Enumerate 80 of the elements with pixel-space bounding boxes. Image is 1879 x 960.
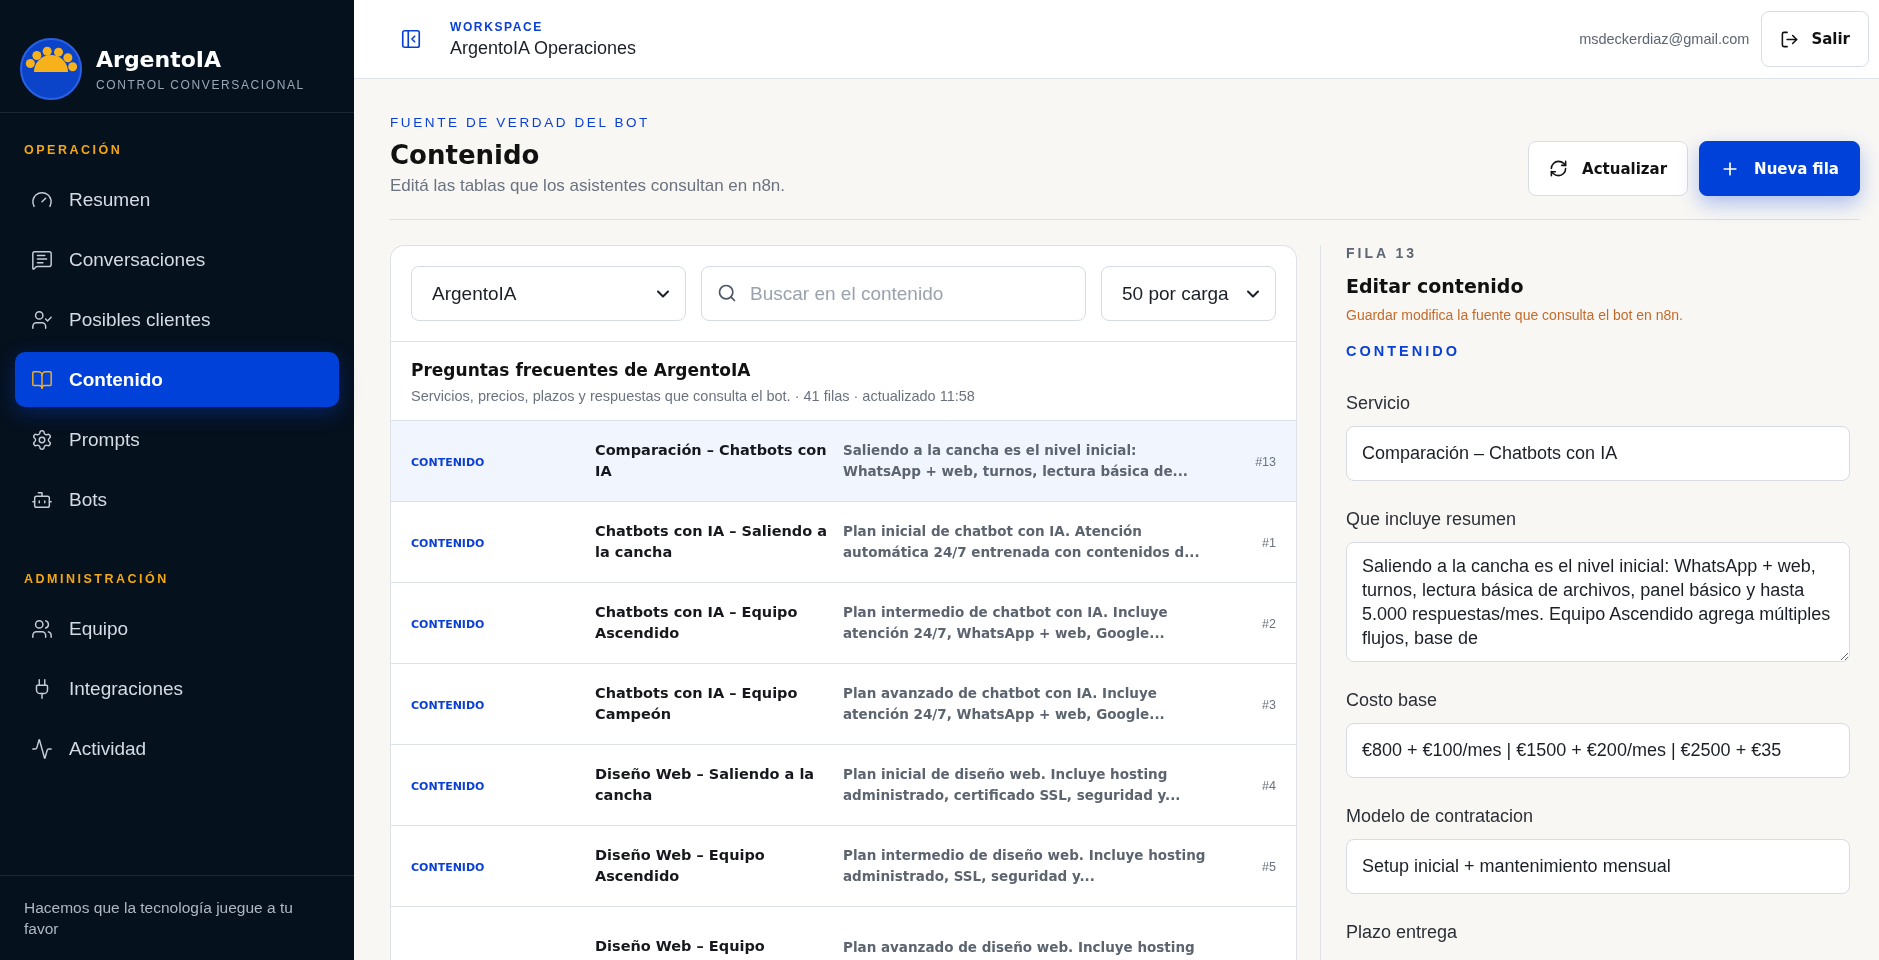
bot-select[interactable]: ArgentoIA [411,266,686,321]
row-tag: CONTENIDO [411,861,485,874]
search-icon [717,283,737,303]
row-tag: CONTENIDO [411,456,485,469]
page-subtitle: Editá las tablas que los asistentes consultan en n8n. [390,176,786,196]
row-tag: CONTENIDO [411,618,485,631]
section-title: ADMINISTRACIÓN [23,572,170,586]
nav-item[interactable]: Equipo [15,601,339,656]
row-number: #1 [1262,536,1276,550]
content-row[interactable]: CONTENIDO Comparación – Chatbots con IA Saliendo a la cancha es el nivel inicial: WhatsApp + web, turnos, lectura básica de... #13 [391,421,1296,502]
book-icon [31,368,53,391]
panel-collapse-icon [400,28,422,50]
nav-item[interactable]: Prompts [15,412,339,467]
refresh-icon [1549,159,1569,178]
row-number: #3 [1262,698,1276,712]
row-summary: Plan intermedio de chatbot con IA. Incluye atención 24/7, WhatsApp + web, Google... [843,603,1169,643]
row-tag: CONTENIDO [411,537,485,550]
page-eyebrow: FUENTE DE VERDAD DEL BOT [390,115,651,130]
row-title: Chatbots con IA – Equipo Ascendido [595,603,799,643]
row-title: Diseño Web – Saliendo a la cancha [595,765,816,805]
row-tag: CONTENIDO [411,780,485,793]
gear-icon [31,428,53,451]
page-title: Contenido [390,140,541,170]
editor-title: Editar contenido [1346,275,1525,297]
row-tag: CONTENIDO [411,699,485,712]
workspace-label: WORKSPACE [450,19,544,34]
form-section-title: CONTENIDO [1346,343,1461,359]
row-summary: Plan inicial de diseño web. Incluye hosting administrado, certificado SSL, seguridad y... [843,765,1182,805]
row-summary: Plan avanzado de chatbot con IA. Incluye atención 24/7, WhatsApp + web, Google... [843,684,1166,724]
logout-button[interactable]: Salir [1761,11,1869,67]
row-number: #2 [1262,617,1276,631]
nav-item[interactable]: Bots [15,472,339,527]
nav-item[interactable]: Actividad [15,721,339,776]
row-summary: Saliendo a la cancha es el nivel inicial: WhatsApp + web, turnos, lectura básica de... [843,441,1189,481]
row-title: Diseño Web – Equipo [595,937,766,957]
refresh-button[interactable]: Actualizar [1528,141,1689,196]
table-title: Preguntas frecuentes de ArgentoIA [411,360,752,380]
field-label: Modelo de contratacion [1346,806,1535,827]
nav-item[interactable]: Resumen [15,172,339,227]
page-size-select[interactable]: 50 por carga [1101,266,1276,321]
nav-item[interactable]: Integraciones [15,661,339,716]
user-check-icon [31,308,53,331]
text-field[interactable]: €800 + €100/mes | €1500 + €200/mes | €2500 + €35 [1346,723,1850,778]
brand-name: ArgentoIA [96,46,223,72]
text-area[interactable]: Saliendo a la cancha es el nivel inicial: WhatsApp + web, turnos, lectura básica de archivos, panel básico y hasta 5.000 respuestas/mes. Equipo Ascendido agrega múltiples flujos, base de [1346,542,1850,662]
field-label: Que incluye resumen [1346,509,1518,530]
text-field[interactable]: Setup inicial + mantenimiento mensual [1346,839,1850,894]
workspace-name: ArgentoIA Operaciones [450,37,638,59]
row-title: Comparación – Chatbots con IA [595,441,828,481]
field-label: Servicio [1346,393,1412,414]
brand-subtitle: CONTROL CONVERSACIONAL [96,77,305,92]
field-label: Plazo entrega [1346,922,1459,943]
section-title: OPERACIÓN [23,143,124,157]
editor-note: Guardar modifica la fuente que consulta el bot en n8n. [1346,307,1684,323]
editor-eyebrow: FILA 13 [1346,245,1419,261]
nav-item[interactable]: Posibles clientes [15,292,339,347]
pulse-icon [31,737,53,760]
sun-logo-icon [20,38,82,100]
tagline: Hacemos que la tecnología juegue a tu favor [24,898,294,940]
nav-item[interactable]: Conversaciones [15,232,339,287]
new-row-button[interactable]: Nueva fila [1699,141,1860,196]
user-email: msdeckerdiaz@gmail.com [1579,31,1750,47]
row-title: Chatbots con IA – Equipo Campeón [595,684,799,724]
search-field[interactable]: Buscar en el contenido [701,266,1086,321]
row-title: Chatbots con IA – Saliendo a la cancha [595,522,829,562]
logout-icon [1780,29,1800,49]
row-summary: Plan intermedio de diseño web. Incluye hosting administrado, SSL, seguridad y... [843,846,1207,886]
collapse-sidebar-button[interactable] [400,28,422,50]
field-label: Costo base [1346,690,1439,711]
users-icon [31,617,53,640]
text-field[interactable]: Comparación – Chatbots con IA [1346,426,1850,481]
table-meta: Servicios, precios, plazos y respuestas que consulta el bot. · 41 filas · actualizado 11:58 [411,388,976,404]
row-summary: Plan avanzado de diseño web. Incluye hosting [843,937,1196,957]
row-title: Diseño Web – Equipo Ascendido [595,846,766,886]
nav-item[interactable]: Contenido [15,352,339,407]
row-summary: Plan inicial de chatbot con IA. Atención automática 24/7 entrenada con contenidos d... [843,522,1201,562]
row-number: #13 [1255,455,1276,469]
row-number: #5 [1262,860,1276,874]
chat-icon [31,248,53,271]
row-number: #4 [1262,779,1276,793]
